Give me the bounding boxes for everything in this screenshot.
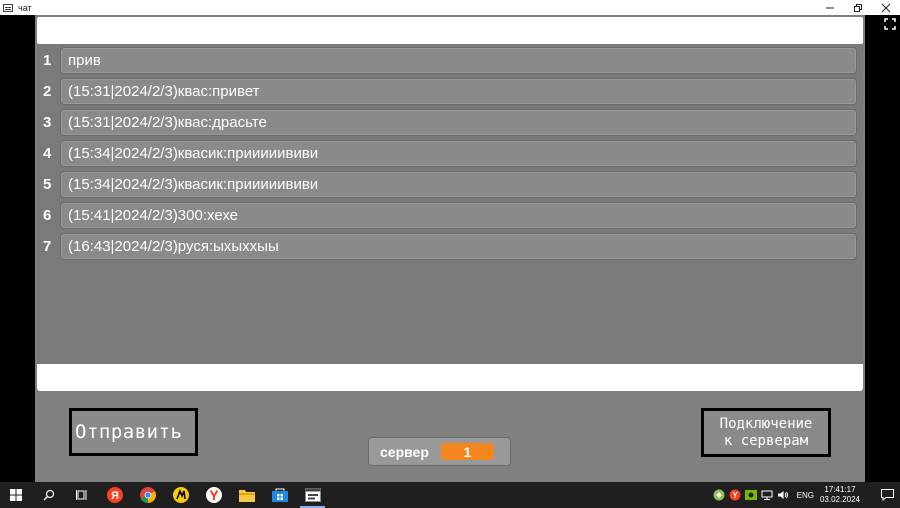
list-item-box[interactable]: (15:31|2024/2/3)квас:драсьте bbox=[60, 109, 857, 136]
fullscreen-icon[interactable] bbox=[884, 18, 896, 30]
connect-servers-button[interactable]: Подключение к серверам bbox=[701, 408, 831, 457]
list-item-index: 7 bbox=[43, 238, 52, 255]
file-explorer-button[interactable] bbox=[230, 482, 263, 508]
list-item-text: (15:41|2024/2/3)300:хехе bbox=[68, 207, 239, 224]
yandex-icon bbox=[205, 487, 222, 503]
list-item-text: (15:31|2024/2/3)квас:привет bbox=[68, 83, 260, 100]
task-view-icon bbox=[75, 490, 86, 500]
app-icon bbox=[3, 3, 13, 12]
list-item-text: прив bbox=[68, 52, 101, 69]
list-item-box[interactable]: (15:31|2024/2/3)квас:привет bbox=[60, 78, 857, 105]
list-item-index: 3 bbox=[43, 114, 52, 131]
close-icon bbox=[881, 3, 891, 12]
search-button[interactable] bbox=[32, 482, 65, 508]
list-item-text: (15:34|2024/2/3)квасик:прииииививи bbox=[68, 145, 319, 162]
nvidia-icon bbox=[744, 490, 757, 500]
windows-start-icon bbox=[10, 489, 22, 501]
search-icon bbox=[43, 489, 54, 501]
taskbar: Я Y ENG 17:41:17 03.02.2024 bbox=[0, 482, 900, 508]
notifications-icon bbox=[880, 489, 894, 501]
language-indicator[interactable]: ENG bbox=[797, 491, 814, 500]
list-item-text: (16:43|2024/2/3)руся:ыхыххыы bbox=[68, 238, 279, 255]
server-value: 1 bbox=[440, 443, 494, 460]
system-tray: Y ENG 17:41:17 03.02.2024 bbox=[711, 482, 900, 508]
store-button[interactable] bbox=[263, 482, 296, 508]
list-item-text: (15:34|2024/2/3)квасик:прииииививи bbox=[68, 176, 319, 193]
window-titlebar: чат bbox=[0, 0, 900, 15]
list-item-box[interactable]: (16:43|2024/2/3)руся:ыхыххыы bbox=[60, 233, 857, 260]
chat-list[interactable]: 1 прив 2 (15:31|2024/2/3)квас:привет 3 (… bbox=[37, 44, 863, 364]
yandex-button[interactable] bbox=[197, 482, 230, 508]
clock-date: 03.02.2024 bbox=[819, 495, 860, 504]
list-item: 3 (15:31|2024/2/3)квас:драсьте bbox=[37, 109, 863, 136]
yandex-market-button[interactable] bbox=[164, 482, 197, 508]
server-label: сервер bbox=[380, 443, 429, 460]
chat-app-button[interactable] bbox=[296, 482, 329, 508]
list-header bbox=[37, 17, 863, 44]
list-item-index: 6 bbox=[43, 207, 52, 224]
store-icon bbox=[271, 488, 288, 502]
window-controls bbox=[816, 0, 900, 15]
volume-icon bbox=[777, 491, 788, 499]
tray-network[interactable] bbox=[759, 482, 775, 508]
window-title: чат bbox=[18, 2, 32, 13]
list-item-index: 5 bbox=[43, 176, 52, 193]
tray-nvidia[interactable] bbox=[743, 482, 759, 508]
list-item: 2 (15:31|2024/2/3)квас:привет bbox=[37, 78, 863, 105]
close-button[interactable] bbox=[872, 0, 900, 15]
chrome-button[interactable] bbox=[131, 482, 164, 508]
minimize-icon bbox=[826, 7, 834, 8]
list-footer bbox=[37, 364, 863, 391]
list-item-box[interactable]: (15:34|2024/2/3)квасик:прииииививи bbox=[60, 171, 857, 198]
yandex-market-icon bbox=[172, 487, 189, 503]
svg-text:Y: Y bbox=[732, 491, 738, 500]
send-button[interactable]: Отправить bbox=[69, 408, 198, 456]
chat-app-icon bbox=[304, 488, 321, 502]
list-item-index: 4 bbox=[43, 145, 52, 162]
network-icon bbox=[761, 490, 773, 500]
list-item-index: 1 bbox=[43, 52, 52, 69]
yandex-tray-icon: Y bbox=[729, 489, 741, 501]
list-item: 5 (15:34|2024/2/3)квасик:прииииививи bbox=[37, 171, 863, 198]
list-item: 1 прив bbox=[37, 47, 863, 74]
restore-icon bbox=[854, 3, 862, 12]
list-item-box[interactable]: (15:41|2024/2/3)300:хехе bbox=[60, 202, 857, 229]
connect-servers-label: Подключение к серверам bbox=[719, 415, 813, 449]
list-item-box[interactable]: прив bbox=[60, 47, 857, 74]
server-monitor: сервер 1 bbox=[368, 437, 511, 466]
windows-start-button[interactable] bbox=[0, 482, 32, 508]
send-button-label: Отправить bbox=[75, 421, 183, 443]
task-view-button[interactable] bbox=[65, 482, 98, 508]
svg-text:Я: Я bbox=[111, 490, 119, 502]
yandex-browser-button[interactable]: Я bbox=[98, 482, 131, 508]
tray-app-icon-1[interactable] bbox=[711, 482, 727, 508]
list-item: 7 (16:43|2024/2/3)руся:ыхыххыы bbox=[37, 233, 863, 260]
restore-button[interactable] bbox=[844, 0, 872, 15]
clock-time: 17:41:17 bbox=[824, 485, 856, 494]
file-explorer-icon bbox=[238, 490, 255, 502]
tray-volume[interactable] bbox=[775, 482, 791, 508]
notifications-button[interactable] bbox=[874, 489, 900, 501]
list-item: 4 (15:34|2024/2/3)квасик:прииииививи bbox=[37, 140, 863, 167]
list-item-box[interactable]: (15:34|2024/2/3)квасик:прииииививи bbox=[60, 140, 857, 167]
stage: 1 прив 2 (15:31|2024/2/3)квас:привет 3 (… bbox=[35, 15, 865, 482]
tray-yandex[interactable]: Y bbox=[727, 482, 743, 508]
tray-green-app-icon bbox=[713, 489, 725, 501]
chrome-icon bbox=[139, 487, 156, 503]
list-item: 6 (15:41|2024/2/3)300:хехе bbox=[37, 202, 863, 229]
list-item-index: 2 bbox=[43, 83, 52, 100]
yandex-browser-icon: Я bbox=[106, 487, 123, 503]
list-item-text: (15:31|2024/2/3)квас:драсьте bbox=[68, 114, 267, 131]
minimize-button[interactable] bbox=[816, 0, 844, 15]
clock[interactable]: 17:41:17 03.02.2024 bbox=[820, 485, 860, 505]
